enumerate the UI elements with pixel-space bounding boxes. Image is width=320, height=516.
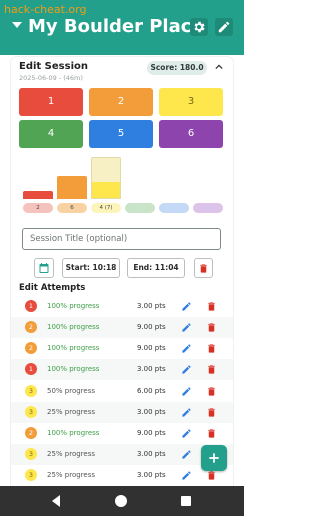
pencil-icon[interactable] — [181, 301, 192, 312]
settings-button[interactable] — [190, 18, 208, 36]
pencil-icon[interactable] — [181, 407, 192, 418]
histogram-pill-1: 2 — [23, 203, 53, 213]
attempt-row[interactable]: 3 25% progress 3.00 pts — [11, 402, 233, 423]
attempt-progress: 100% progress — [47, 344, 100, 352]
grade-dot: 1 — [25, 300, 37, 312]
trash-icon[interactable] — [206, 322, 217, 333]
trash-icon[interactable] — [206, 301, 217, 312]
grade-dot: 2 — [25, 342, 37, 354]
watermark-text: hack-cheat.org — [4, 3, 87, 16]
histogram-pill-4 — [125, 203, 155, 213]
attempt-points: 9.00 pts — [137, 429, 166, 437]
pencil-icon[interactable] — [181, 470, 192, 481]
plus-icon — [209, 453, 219, 463]
trash-icon[interactable] — [206, 386, 217, 397]
edit-session-heading: Edit Session — [19, 61, 88, 72]
add-attempt-button[interactable] — [201, 445, 227, 471]
attempt-points: 3.00 pts — [137, 450, 166, 458]
attempt-row[interactable]: 3 25% progress 3.00 pts — [11, 444, 233, 465]
histogram-pill-2: 6 — [57, 203, 87, 213]
attempt-points: 3.00 pts — [137, 471, 166, 479]
attempt-progress: 100% progress — [47, 429, 100, 437]
pencil-icon[interactable] — [181, 386, 192, 397]
attempt-row[interactable]: 1 100% progress 3.00 pts — [11, 359, 233, 380]
score-badge: Score: 180.0 — [147, 61, 207, 75]
grade-dot: 1 — [25, 363, 37, 375]
attempt-progress: 50% progress — [47, 387, 96, 395]
home-icon[interactable] — [114, 494, 128, 508]
histogram-bar-2 — [57, 176, 87, 199]
chevron-up-icon[interactable] — [215, 63, 223, 71]
session-title-input[interactable]: Session Title (optional) — [22, 228, 221, 250]
attempt-points: 3.00 pts — [137, 302, 166, 310]
trash-icon[interactable] — [206, 428, 217, 439]
delete-session-button[interactable] — [194, 258, 213, 278]
grade-button-6[interactable]: 6 — [159, 120, 223, 148]
attempt-row[interactable]: 3 50% progress 6.00 pts — [11, 381, 233, 402]
trash-icon[interactable] — [206, 470, 217, 481]
grade-dot: 3 — [25, 448, 37, 460]
system-nav-bar — [0, 486, 244, 516]
attempt-progress: 25% progress — [47, 450, 96, 458]
grade-button-3[interactable]: 3 — [159, 88, 223, 116]
grade-dot: 2 — [25, 427, 37, 439]
attempt-progress: 100% progress — [47, 323, 100, 331]
attempt-row[interactable]: 3 25% progress 3.00 pts — [11, 465, 233, 486]
pencil-icon[interactable] — [181, 364, 192, 375]
grade-dot: 3 — [25, 385, 37, 397]
app-bar: hack-cheat.org My Boulder Place — [0, 0, 244, 55]
trash-icon[interactable] — [206, 407, 217, 418]
date-picker-button[interactable] — [34, 258, 54, 278]
trash-icon[interactable] — [206, 343, 217, 354]
attempt-points: 9.00 pts — [137, 344, 166, 352]
pencil-icon[interactable] — [181, 343, 192, 354]
attempt-progress: 100% progress — [47, 302, 100, 310]
grade-dot: 2 — [25, 321, 37, 333]
pencil-icon[interactable] — [181, 428, 192, 439]
edit-place-button[interactable] — [215, 18, 233, 36]
trash-icon[interactable] — [206, 364, 217, 375]
back-icon[interactable] — [50, 494, 62, 508]
grade-button-4[interactable]: 4 — [19, 120, 83, 148]
histogram-bar-3 — [91, 157, 121, 199]
attempt-row[interactable]: 1 100% progress 3.00 pts — [11, 296, 233, 317]
pencil-icon[interactable] — [181, 322, 192, 333]
attempt-row[interactable]: 2 100% progress 9.00 pts — [11, 317, 233, 338]
histogram-pill-3: 4 (7) — [91, 203, 121, 213]
session-date: 2025-06-09 - (46m) — [19, 74, 83, 82]
grade-dot: 3 — [25, 406, 37, 418]
grade-button-2[interactable]: 2 — [89, 88, 153, 116]
app-title[interactable]: My Boulder Place — [28, 16, 204, 37]
session-card: Edit Session 2025-06-09 - (46m) Score: 1… — [11, 57, 233, 497]
histogram-bar-3-fill — [92, 182, 120, 198]
attempt-row[interactable]: 2 100% progress 9.00 pts — [11, 423, 233, 444]
attempt-progress: 100% progress — [47, 365, 100, 373]
pencil-icon[interactable] — [181, 449, 192, 460]
grade-button-5[interactable]: 5 — [89, 120, 153, 148]
grade-dot: 3 — [25, 469, 37, 481]
calendar-icon — [39, 263, 49, 273]
attempt-progress: 25% progress — [47, 471, 96, 479]
histogram-bar-1 — [23, 191, 53, 199]
attempt-progress: 25% progress — [47, 408, 96, 416]
start-time-button[interactable]: Start: 10:18 — [62, 258, 120, 278]
grade-button-1[interactable]: 1 — [19, 88, 83, 116]
histogram-pill-5 — [159, 203, 189, 213]
histogram-pill-6 — [193, 203, 223, 213]
caret-down-icon[interactable] — [12, 22, 22, 28]
pencil-icon — [218, 21, 230, 33]
trash-icon — [200, 264, 207, 273]
attempt-points: 6.00 pts — [137, 387, 166, 395]
end-time-button[interactable]: End: 11:04 — [127, 258, 185, 278]
attempt-points: 3.00 pts — [137, 365, 166, 373]
gear-icon — [194, 21, 205, 33]
attempt-row[interactable]: 2 100% progress 9.00 pts — [11, 338, 233, 359]
attempt-points: 3.00 pts — [137, 408, 166, 416]
edit-attempts-heading: Edit Attempts — [19, 283, 86, 293]
attempt-points: 9.00 pts — [137, 323, 166, 331]
recents-icon[interactable] — [180, 494, 192, 508]
